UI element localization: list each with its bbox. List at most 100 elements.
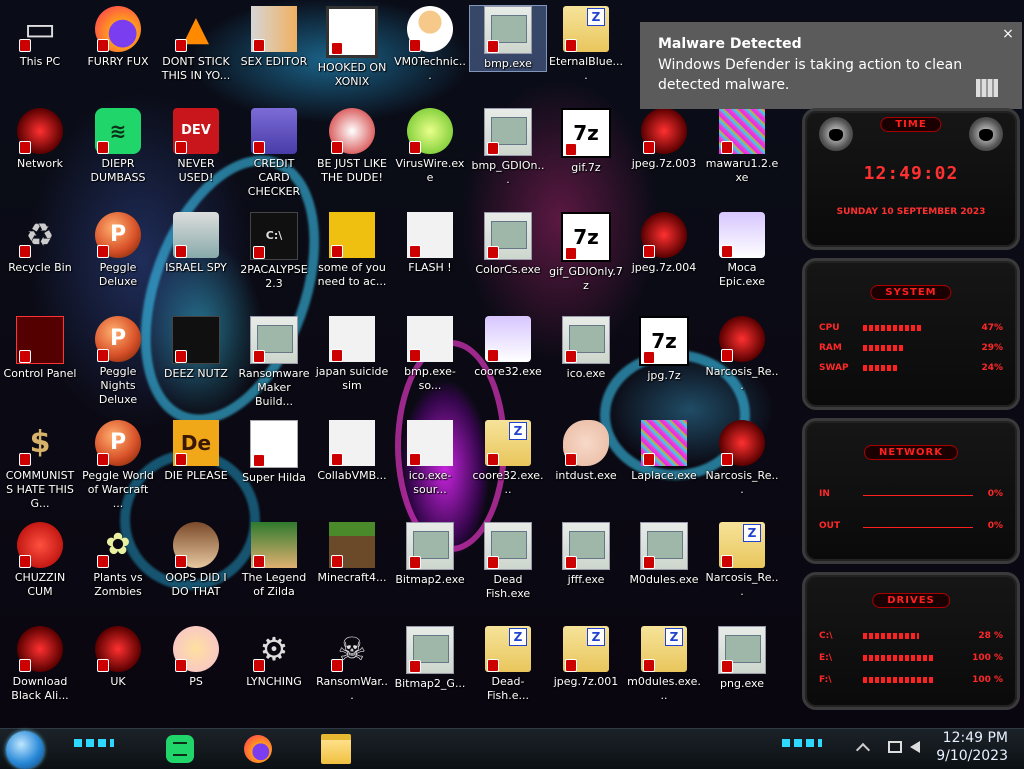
chevron-up-icon[interactable] — [855, 742, 871, 758]
spotify-icon[interactable] — [160, 731, 200, 767]
desktop-icon-m0dules[interactable]: M0dules.exe — [626, 522, 702, 587]
desktop-icon-some-of-you[interactable]: some of you need to ac... — [314, 212, 390, 289]
desktop-icon-diepr[interactable]: ≋ DIEPR DUMBASS — [80, 108, 156, 185]
app-window-icon — [406, 626, 454, 674]
shortcut-badge-icon — [643, 453, 655, 466]
desktop-icon-gif-gdionly[interactable]: 7z gif_GDIOnly.7z — [548, 212, 624, 293]
desktop-icon-bmp-exe-source[interactable]: bmp.exe-so... — [392, 316, 468, 393]
desktop-icon-gif-7z[interactable]: 7z gif.7z — [548, 108, 624, 175]
desktop-icon-coore32-zip[interactable]: coore32.exe... — [470, 420, 546, 497]
desktop-icon-japan-suicide-sim[interactable]: japan suicide sim — [314, 316, 390, 393]
desktop-icon-never-used[interactable]: DEV NEVER USED! — [158, 108, 234, 185]
desktop-icon-jfff[interactable]: jfff.exe — [548, 522, 624, 587]
desktop-icon-legend-of-zilda[interactable]: The Legend of Zilda — [236, 522, 312, 599]
desktop-icon-vm0technic[interactable]: VM0Technic... — [392, 6, 468, 83]
desktop-icon-dead-fish[interactable]: Dead Fish.exe — [470, 522, 546, 601]
lime-icon: ◉ — [407, 108, 453, 154]
desktop-icon-label: RansomWar... — [316, 675, 388, 702]
shortcut-badge-icon — [487, 556, 499, 569]
system-monitor-gadget[interactable]: TIME 12:49:02 SUNDAY 10 SEPTEMBER 2023 S… — [794, 108, 1024, 720]
desktop-icon-recycle-bin[interactable]: ♻ Recycle Bin — [2, 212, 78, 275]
desktop-icon-network[interactable]: Network — [2, 108, 78, 171]
desktop-icon-colorcs[interactable]: ColorCs.exe — [470, 212, 546, 277]
desktop-icon-super-hilda[interactable]: Super Hilda — [236, 420, 312, 485]
drives-panel: DRIVES C:\ 28 % E:\ 100 % F:\ 100 % — [802, 572, 1020, 710]
desktop-icon-credit-card-checker[interactable]: CREDIT CARD CHECKER — [236, 108, 312, 199]
desktop-icon-furry-fux[interactable]: ◕ FURRY FUX — [80, 6, 156, 69]
desktop-icon-label: Bitmap2.exe — [395, 573, 465, 586]
desktop-icon-laplace[interactable]: Laplace.exe — [626, 420, 702, 483]
desktop-icon-png-exe[interactable]: png.exe — [704, 626, 780, 691]
shortcut-badge-icon — [97, 453, 109, 466]
desktop-icon-download-black[interactable]: Download Black Ali... — [2, 626, 78, 703]
desktop-icon-ransomwar[interactable]: ☠ RansomWar... — [314, 626, 390, 703]
desktop-icon-chuzzin-cum[interactable]: CHUZZIN CUM — [2, 522, 78, 599]
desktop-icon-uk[interactable]: UK — [80, 626, 156, 689]
desktop-icon-jpg-7z[interactable]: 7z jpg.7z — [626, 316, 702, 383]
close-icon[interactable]: × — [1000, 26, 1016, 42]
desktop-icon-peggle-deluxe[interactable]: P Peggle Deluxe — [80, 212, 156, 289]
desktop-icon-dead-fish-zip[interactable]: Dead-Fish.e... — [470, 626, 546, 703]
shortcut-badge-icon — [331, 141, 343, 154]
desktop-icon-this-pc[interactable]: ▭ This PC — [2, 6, 78, 69]
desktop-icon-narcosis-re-1[interactable]: Narcosis_Re... — [704, 316, 780, 393]
desktop-icon-hooked-on-xonix[interactable]: HOOKED ON XONIX — [314, 6, 390, 89]
desktop-icon-bitmap2[interactable]: Bitmap2.exe — [392, 522, 468, 587]
taskbar-clock[interactable]: 12:49 PM 9/10/2023 — [936, 729, 1008, 765]
desktop-icon-minecraft4[interactable]: Minecraft4... — [314, 522, 390, 585]
desktop[interactable]: ▭ This PC ◕ FURRY FUX ▲ DONT STICK THIS IN YO… — [0, 0, 1024, 728]
network-tray-icon[interactable] — [888, 741, 902, 753]
desktop-icon-lynching[interactable]: ⚙ LYNCHING — [236, 626, 312, 689]
desktop-icon-intdust[interactable]: intdust.exe — [548, 420, 624, 483]
desktop-icon-control-panel[interactable]: Control Panel — [2, 316, 78, 381]
desktop-icon-communists[interactable]: $ COMMUNISTS HATE THIS G... — [2, 420, 78, 511]
desktop-icon-label: Dead Fish.exe — [485, 573, 531, 600]
desktop-icon-jpeg-7z-004[interactable]: jpeg.7z.004 — [626, 212, 702, 275]
shortcut-badge-icon — [253, 39, 265, 52]
desktop-icon-deez-nutz[interactable]: DEEZ NUTZ — [158, 316, 234, 381]
desktop-icon-bitmap2-g[interactable]: Bitmap2_G... — [392, 626, 468, 691]
start-button[interactable] — [6, 731, 44, 769]
desktop-icon-flash[interactable]: FLASH ! — [392, 212, 468, 275]
desktop-icon-label: Peggle Deluxe — [98, 261, 138, 288]
file-explorer-icon[interactable] — [316, 731, 356, 767]
malware-notification[interactable]: Malware Detected Windows Defender is tak… — [640, 22, 1022, 109]
desktop-icon-label: gif_GDIOnly.7z — [549, 265, 623, 292]
desktop-icon-label: HOOKED ON XONIX — [317, 61, 387, 88]
desktop-icon-mawaru[interactable]: mawaru1.2.exe — [704, 108, 780, 185]
desktop-icon-sex-editor[interactable]: SEX EDITOR — [236, 6, 312, 69]
desktop-icon-narcosis-re-3[interactable]: Narcosis_Re... — [704, 522, 780, 599]
desktop-icon-m0dules-zip[interactable]: m0dules.exe... — [626, 626, 702, 703]
desktop-icon-israel-spy[interactable]: ISRAEL SPY — [158, 212, 234, 275]
alien-head-icon — [819, 117, 853, 151]
desktop-icon-ps[interactable]: PS — [158, 626, 234, 689]
desktop-icon-jpeg-7z-003[interactable]: jpeg.7z.003 — [626, 108, 702, 171]
desktop-icon-peggle-world[interactable]: P Peggle World of Warcraft ... — [80, 420, 156, 511]
desktop-icon-oops-did[interactable]: OOPS DID I DO THAT — [158, 522, 234, 599]
drive-e-bar — [863, 655, 933, 661]
desktop-icon-dont-stick[interactable]: ▲ DONT STICK THIS IN YO... — [158, 6, 234, 83]
desktop-icon-eternalblue[interactable]: EternalBlue.... — [548, 6, 624, 83]
desktop-icon-ico-exe-source[interactable]: ico.exe-sour... — [392, 420, 468, 497]
desktop-icon-label: FURRY FUX — [87, 55, 149, 68]
desktop-icon-ico-exe[interactable]: ico.exe — [548, 316, 624, 381]
desktop-icon-coore32-exe[interactable]: coore32.exe — [470, 316, 546, 379]
desktop-icon-moca-epic[interactable]: Moca Epic.exe — [704, 212, 780, 289]
desktop-icon-be-just-like[interactable]: BE JUST LIKE THE DUDE! — [314, 108, 390, 185]
desktop-icon-plants-vs-zombies[interactable]: ✿ Plants vs Zombies — [80, 522, 156, 599]
peggle-icon: P — [95, 212, 141, 258]
desktop-icon-collabvmb[interactable]: CollabVMB... — [314, 420, 390, 483]
firefox-icon[interactable] — [238, 731, 278, 767]
system-title: SYSTEM — [870, 285, 952, 300]
desktop-icon-bmp-gdionly[interactable]: bmp_GDIOn... — [470, 108, 546, 187]
volume-icon[interactable] — [910, 741, 920, 753]
desktop-icon-die-please[interactable]: De DIE PLEASE — [158, 420, 234, 483]
drive-e-label: E:\ — [819, 653, 833, 663]
desktop-icon-2pacalypse[interactable]: C:\ 2PACALYPSE 2.3 — [236, 212, 312, 291]
desktop-icon-bmp-exe[interactable]: bmp.exe — [469, 5, 547, 72]
desktop-icon-ransomware-maker[interactable]: Ransomware Maker Build... — [236, 316, 312, 409]
desktop-icon-jpeg-7z-001[interactable]: jpeg.7z.001 — [548, 626, 624, 689]
desktop-icon-peggle-nights[interactable]: P Peggle Nights Deluxe — [80, 316, 156, 407]
desktop-icon-viruswire[interactable]: ◉ VirusWire.exe — [392, 108, 468, 185]
desktop-icon-narcosis-re-2[interactable]: Narcosis_Re... — [704, 420, 780, 497]
